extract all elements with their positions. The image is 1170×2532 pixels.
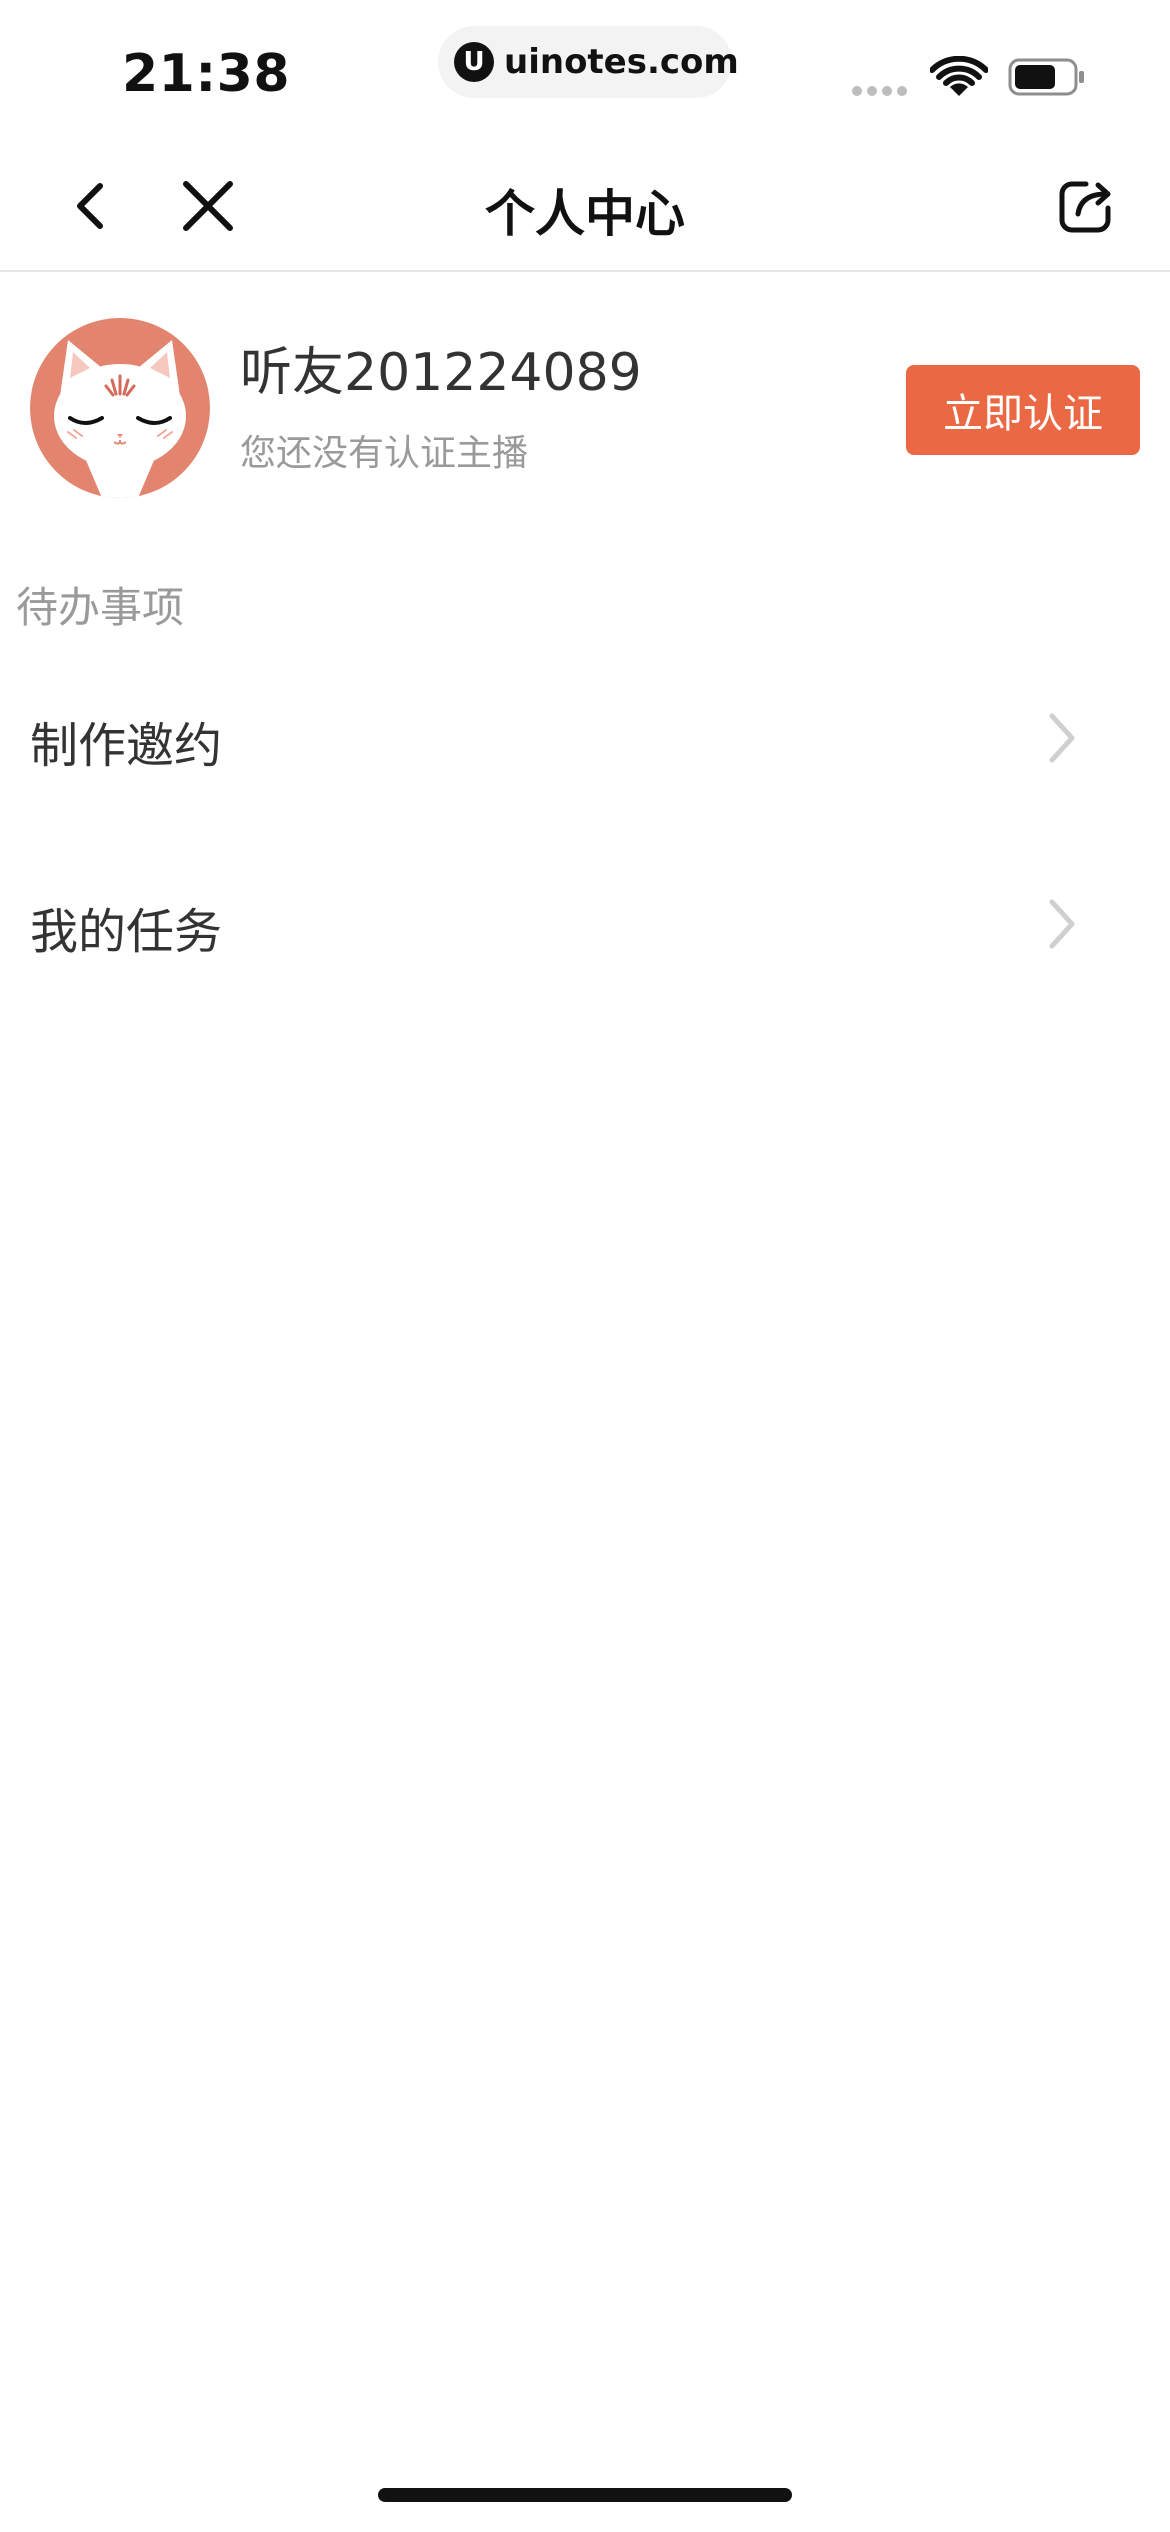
nav-bar: 个人中心 (0, 140, 1170, 272)
list-item-label: 制作邀约 (30, 718, 223, 774)
list-item-make-invitation[interactable]: 制作邀约 (0, 660, 1170, 810)
verify-now-button[interactable]: 立即认证 (906, 365, 1140, 455)
status-bar: 21:38 U uinotes.com (0, 0, 1170, 140)
site-logo-icon: U (454, 42, 494, 82)
cat-avatar-icon[interactable] (30, 318, 210, 498)
home-indicator[interactable] (378, 2488, 792, 2502)
url-pill[interactable]: U uinotes.com (438, 26, 739, 98)
certification-status: 您还没有认证主播 (240, 433, 529, 474)
section-title-todo: 待办事项 (16, 583, 185, 632)
page-title: 个人中心 (485, 185, 685, 243)
share-icon[interactable] (1056, 176, 1116, 236)
battery-icon (1008, 58, 1084, 96)
profile-card: 听友201224089 您还没有认证主播 立即认证 (0, 272, 1170, 532)
wifi-icon (930, 56, 988, 96)
chevron-right-icon (1049, 713, 1075, 763)
chevron-right-icon (1049, 899, 1075, 949)
signal-icon (852, 86, 907, 96)
list-item-my-tasks[interactable]: 我的任务 (0, 846, 1170, 996)
page: 21:38 U uinotes.com 个人中心 听友201224089 您还没… (0, 0, 1170, 2532)
status-time: 21:38 (122, 44, 291, 104)
list-item-label: 我的任务 (30, 904, 223, 960)
url-text: uinotes.com (504, 42, 739, 82)
username: 听友201224089 (240, 343, 642, 403)
